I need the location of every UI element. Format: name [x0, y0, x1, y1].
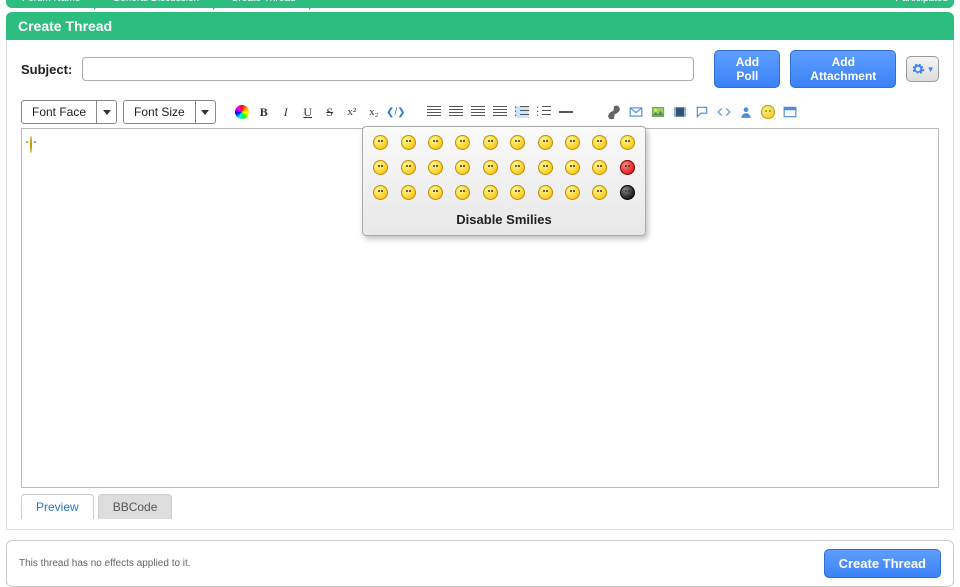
underline-icon[interactable]: U — [300, 104, 316, 120]
smiley-yawn[interactable] — [538, 160, 553, 175]
editor-textarea[interactable]: Disable Smilies — [21, 128, 939, 488]
subject-input[interactable] — [82, 57, 694, 81]
align-justify-icon[interactable] — [492, 104, 508, 120]
italic-icon[interactable]: I — [278, 104, 294, 120]
email-icon[interactable] — [628, 104, 644, 120]
smiley-nerd[interactable] — [428, 185, 443, 200]
ordered-list-icon[interactable] — [514, 104, 530, 120]
smiley-angry[interactable] — [592, 160, 607, 175]
smiley-smile[interactable] — [373, 135, 388, 150]
align-left-icon[interactable] — [426, 104, 442, 120]
font-size-select[interactable]: Font Size — [123, 100, 216, 124]
create-thread-button[interactable]: Create Thread — [824, 549, 941, 578]
table-icon[interactable] — [782, 104, 798, 120]
smiley-wink[interactable] — [373, 160, 388, 175]
editor-toolbar: Font Face Font Size B I U S x² x₂ ❮/❯ — [21, 100, 939, 124]
options-gear-button[interactable]: ▼ — [906, 56, 939, 82]
user-icon[interactable] — [738, 104, 754, 120]
gear-icon — [911, 62, 925, 76]
smiley-icon[interactable] — [760, 104, 776, 120]
smiley-frown[interactable] — [538, 135, 553, 150]
align-right-icon[interactable] — [470, 104, 486, 120]
smiley-shock[interactable] — [428, 160, 443, 175]
participated-badge[interactable]: Participated — [889, 0, 954, 6]
smiley-sealed[interactable] — [483, 160, 498, 175]
smiley-neutral[interactable] — [428, 135, 443, 150]
breadcrumb-item[interactable]: Create Thread — [221, 0, 309, 6]
smiley-blush[interactable] — [401, 160, 416, 175]
link-icon[interactable] — [606, 104, 622, 120]
smiley-think[interactable] — [455, 185, 470, 200]
panel-title: Create Thread — [6, 12, 954, 40]
inserted-smiley-icon — [30, 136, 32, 153]
smiley-tongue[interactable] — [510, 135, 525, 150]
remove-format-icon[interactable]: ❮/❯ — [388, 104, 404, 120]
smiley-down[interactable] — [510, 185, 525, 200]
breadcrumb-item[interactable]: General Discussion — [102, 0, 213, 6]
smiley-sick[interactable] — [510, 160, 525, 175]
quote-icon[interactable] — [694, 104, 710, 120]
add-attachment-button[interactable]: Add Attachment — [790, 50, 896, 88]
smiley-hug[interactable] — [373, 185, 388, 200]
bold-icon[interactable]: B — [256, 104, 272, 120]
smiley-happy[interactable] — [592, 135, 607, 150]
tab-bbcode[interactable]: BBCode — [98, 494, 173, 519]
align-center-icon[interactable] — [448, 104, 464, 120]
superscript-icon[interactable]: x² — [344, 104, 360, 120]
smiley-laugh[interactable] — [455, 135, 470, 150]
smiley-grin[interactable] — [401, 135, 416, 150]
smiley-roll[interactable] — [565, 135, 580, 150]
strike-icon[interactable]: S — [322, 104, 338, 120]
font-face-select[interactable]: Font Face — [21, 100, 117, 124]
thread-effects-box: This thread has no effects applied to it… — [6, 540, 954, 587]
smiley-cry[interactable] — [565, 185, 580, 200]
smiley-picker-popup: Disable Smilies — [362, 126, 646, 236]
tab-preview[interactable]: Preview — [21, 494, 94, 519]
smiley-smirk[interactable] — [483, 185, 498, 200]
subscript-icon[interactable]: x₂ — [366, 104, 382, 120]
disable-smilies-link[interactable]: Disable Smilies — [373, 208, 635, 229]
smiley-sad[interactable] — [483, 135, 498, 150]
smiley-rage[interactable] — [620, 160, 635, 175]
image-icon[interactable] — [650, 104, 666, 120]
horizontal-rule-icon[interactable] — [558, 104, 574, 120]
unordered-list-icon[interactable] — [536, 104, 552, 120]
create-thread-panel: Subject: Add Poll Add Attachment ▼ Font … — [6, 40, 954, 530]
breadcrumb-bar: Forum Name General Discussion Create Thr… — [6, 0, 954, 8]
smiley-dizzy[interactable] — [455, 160, 470, 175]
breadcrumb-item[interactable]: Forum Name — [12, 0, 94, 6]
video-icon[interactable] — [672, 104, 688, 120]
smiley-cool[interactable] — [620, 135, 635, 150]
font-color-icon[interactable] — [234, 104, 250, 120]
smiley-ninja[interactable] — [620, 185, 635, 200]
smiley-evil[interactable] — [592, 185, 607, 200]
smiley-unamused[interactable] — [565, 160, 580, 175]
code-icon[interactable] — [716, 104, 732, 120]
add-poll-button[interactable]: Add Poll — [714, 50, 780, 88]
smiley-kiss[interactable] — [401, 185, 416, 200]
subject-label: Subject: — [21, 62, 72, 77]
smiley-upset[interactable] — [538, 185, 553, 200]
